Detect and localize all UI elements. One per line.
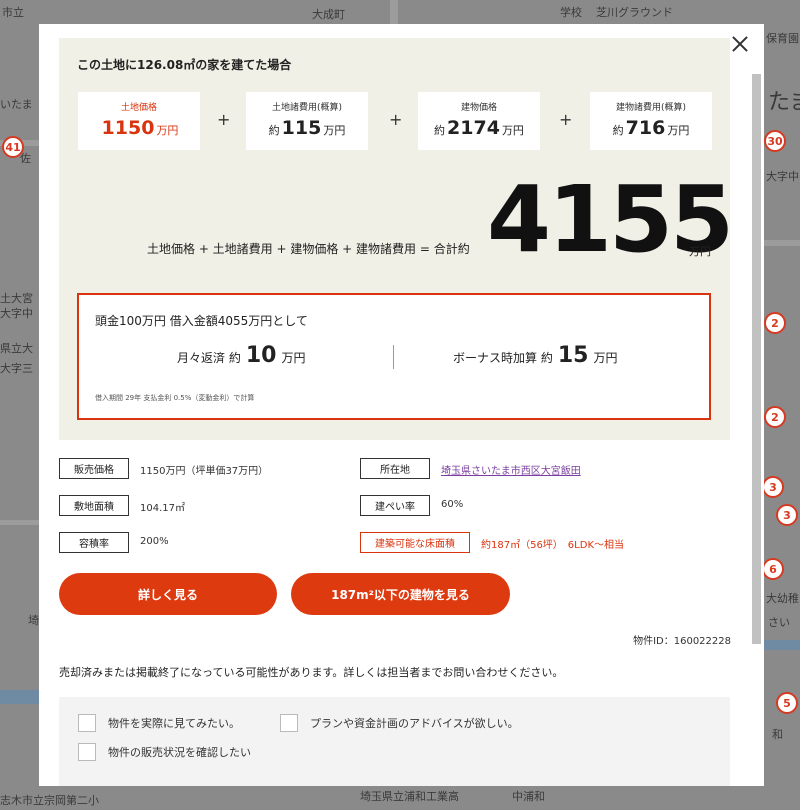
land-fees-value: 115	[281, 117, 322, 139]
location-link[interactable]: 埼玉県さいたま市西区大宮飯田	[441, 462, 581, 477]
buildable-floor-area-tag: 建築可能な床面積	[360, 532, 470, 553]
floor-area-ratio-tag: 容積率	[59, 532, 129, 553]
inquiry-option-visit[interactable]: 物件を実際に見てみたい。	[78, 714, 240, 732]
land-price-value: 1150	[101, 117, 155, 139]
map-label: さい	[768, 616, 790, 629]
map-pin[interactable]: 6	[762, 558, 784, 580]
map-label: 大字三	[0, 362, 33, 375]
coverage-ratio-tag: 建ぺい率	[360, 495, 430, 516]
map-pin[interactable]: 30	[764, 130, 786, 152]
building-fees-value: 716	[625, 117, 666, 139]
close-icon[interactable]	[730, 34, 750, 54]
map-label: 保育園	[766, 32, 799, 45]
visit-checkbox[interactable]	[78, 714, 96, 732]
map-label: 埼玉県立浦和工業高	[360, 790, 459, 803]
land-price-unit: 万円	[156, 124, 179, 137]
land-fees-box: 土地諸費用(概算) 約 115 万円	[246, 92, 368, 150]
land-fees-unit: 万円	[323, 124, 346, 137]
land-area-value: 104.17㎡	[140, 503, 185, 514]
loan-note: 借入期間 29年 支払金利 0.5%（変動金利）で計算	[95, 394, 255, 402]
bonus-payment-value: 15	[557, 343, 589, 368]
floor-area-ratio-value: 200%	[140, 536, 169, 547]
building-price-value: 2174	[447, 117, 500, 139]
property-id: 物件ID：160022228	[633, 636, 731, 647]
map-label: 市立	[2, 6, 24, 19]
inquiry-options: 物件を実際に見てみたい。 プランや資金計画のアドバイスが欲しい。 物件の販売状況…	[59, 697, 730, 786]
land-price-label: 土地価格	[120, 103, 157, 113]
map-label: 学校	[560, 6, 582, 19]
simulation-title: この土地に126.08㎡の家を建てた場合	[77, 58, 292, 72]
map-pin[interactable]: 3	[762, 476, 784, 498]
bonus-payment-unit: 万円	[593, 351, 618, 365]
loan-title: 頭金100万円 借入金額4055万円として	[95, 314, 308, 328]
location-tag: 所在地	[360, 458, 430, 479]
map-label: 大幼稚	[766, 592, 799, 605]
sale-price-tag: 販売価格	[59, 458, 129, 479]
plus-sign: +	[389, 110, 403, 129]
modal-scrollbar[interactable]	[752, 74, 761, 644]
map-label: 芝川グラウンド	[596, 6, 673, 19]
map-pin[interactable]: 41	[2, 136, 24, 158]
land-area-tag: 敷地面積	[59, 495, 129, 516]
building-fees-prefix: 約	[612, 124, 624, 137]
building-fees-label: 建物諸費用(概算)	[615, 103, 687, 113]
building-price-label: 建物価格	[460, 103, 497, 113]
map-label: 県立大	[0, 342, 33, 355]
plus-sign: +	[217, 110, 231, 129]
land-fees-prefix: 約	[268, 124, 280, 137]
property-modal: この土地に126.08㎡の家を建てた場合 土地価格 1150 万円 + 土地諸費用…	[39, 24, 764, 786]
map-pin[interactable]: 2	[764, 312, 786, 334]
monthly-payment-label: 月々返済 約	[177, 351, 241, 365]
total-formula: 土地価格 + 土地諸費用 + 建物価格 + 建物諸費用 = 合計約	[147, 242, 470, 256]
status-checkbox[interactable]	[78, 743, 96, 761]
availability-notice: 売却済みまたは掲載終了になっている可能性があります。詳しくは担当者までお問い合わ…	[59, 666, 564, 679]
monthly-payment-value: 10	[245, 343, 277, 368]
monthly-payment: 月々返済 約 10 万円	[177, 343, 305, 368]
status-option-label: 物件の販売状況を確認したい	[108, 746, 251, 759]
map-label: 志木市立宗岡第二小	[0, 794, 99, 807]
bonus-payment-label: ボーナス時加算 約	[453, 351, 553, 365]
loan-divider	[393, 345, 394, 369]
plus-sign: +	[559, 110, 573, 129]
map-label: 中浦和	[512, 790, 545, 803]
map-label: いたま	[0, 98, 33, 111]
bonus-payment: ボーナス時加算 約 15 万円	[453, 343, 617, 368]
map-label: 大字中	[0, 307, 33, 320]
building-price-box: 建物価格 約 2174 万円	[418, 92, 540, 150]
cost-simulation-panel: この土地に126.08㎡の家を建てた場合 土地価格 1150 万円 + 土地諸費用…	[59, 38, 734, 440]
inquiry-option-advice[interactable]: プランや資金計画のアドバイスが欲しい。	[280, 714, 519, 732]
total-unit: 万円	[689, 245, 711, 258]
map-pin[interactable]: 3	[776, 504, 798, 526]
coverage-ratio-value: 60%	[441, 499, 464, 510]
view-details-button[interactable]: 詳しく見る	[59, 573, 277, 615]
visit-option-label: 物件を実際に見てみたい。	[108, 717, 240, 730]
map-label: 埼	[28, 614, 39, 627]
building-price-unit: 万円	[501, 124, 524, 137]
building-fees-box: 建物諸費用(概算) 約 716 万円	[590, 92, 712, 150]
advice-checkbox[interactable]	[280, 714, 298, 732]
view-buildings-button[interactable]: 187m²以下の建物を見る	[291, 573, 510, 615]
sale-price-value: 1150万円（坪単価37万円）	[140, 466, 269, 477]
monthly-payment-unit: 万円	[281, 351, 306, 365]
advice-option-label: プランや資金計画のアドバイスが欲しい。	[310, 717, 519, 730]
land-fees-label: 土地諸費用(概算)	[271, 103, 343, 113]
loan-simulation-box: 頭金100万円 借入金額4055万円として 月々返済 約 10 万円 ボーナス時加算…	[77, 293, 711, 420]
map-label: 大成町	[312, 8, 345, 21]
land-price-box: 土地価格 1150 万円	[78, 92, 200, 150]
building-price-prefix: 約	[434, 124, 446, 137]
map-label: 和	[772, 728, 783, 741]
building-fees-unit: 万円	[667, 124, 690, 137]
inquiry-option-status[interactable]: 物件の販売状況を確認したい	[78, 743, 251, 761]
map-label: 大字中	[766, 170, 799, 183]
map-pin[interactable]: 5	[776, 692, 798, 714]
map-label: たま	[768, 90, 800, 115]
map-pin[interactable]: 2	[764, 406, 786, 428]
buildable-floor-area-value: 約187㎡（56坪） 6LDK～相当	[481, 540, 625, 551]
map-label: 土大宮	[0, 292, 33, 305]
